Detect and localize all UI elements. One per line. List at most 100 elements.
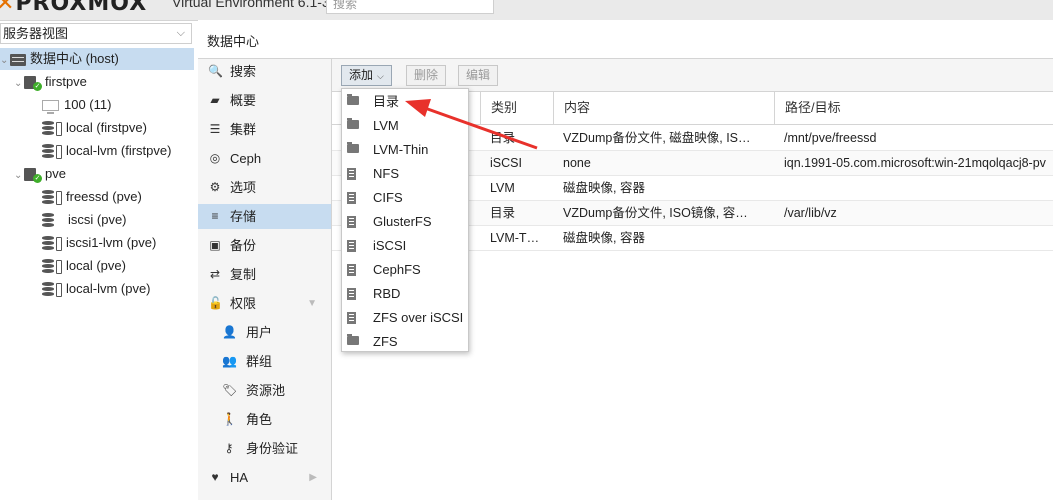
menu-item-label: 目录 bbox=[373, 94, 400, 109]
nav-item-12[interactable]: 🚶 角色 bbox=[198, 407, 331, 432]
global-search-input[interactable]: 搜索 bbox=[326, 0, 494, 14]
nav-item-9[interactable]: 👤 用户 bbox=[198, 320, 331, 345]
nav-item-5[interactable]: ≡ 存储 bbox=[198, 204, 331, 229]
nav-item-11[interactable]: 🏷 资源池 bbox=[198, 378, 331, 403]
menu-item-label: LVM bbox=[373, 118, 399, 133]
cell-type: iSCSI bbox=[490, 156, 522, 170]
tree-item-5[interactable]: ⌄ ✓ pve bbox=[14, 163, 66, 185]
menu-item-9[interactable]: ZFS over iSCSI bbox=[342, 306, 468, 330]
expand-toggle-icon[interactable]: ⌄ bbox=[14, 73, 24, 95]
tree-item-10[interactable]: local-lvm (pve) bbox=[42, 278, 151, 300]
building-icon bbox=[347, 288, 356, 300]
expand-toggle-icon[interactable]: ⌄ bbox=[0, 50, 10, 72]
tree-item-2[interactable]: 100 (11) bbox=[42, 94, 111, 116]
nav-item-13[interactable]: ⚷ 身份验证 bbox=[198, 436, 331, 461]
column-header-path[interactable]: 路径/目标 bbox=[774, 92, 1053, 124]
building-icon bbox=[347, 240, 356, 252]
top-bar: ✕PROXMOX Virtual Environment 6.1-3 搜索 bbox=[0, 0, 1053, 21]
nav-item-label: 存储 bbox=[230, 209, 257, 224]
nav-item-4[interactable]: ⚙ 选项 bbox=[198, 175, 331, 200]
menu-item-1[interactable]: LVM bbox=[342, 114, 468, 138]
cell-type: 目录 bbox=[490, 131, 516, 145]
product-version: Virtual Environment 6.1-3 bbox=[172, 0, 330, 10]
menu-item-label: NFS bbox=[373, 166, 399, 181]
cell-path: /var/lib/vz bbox=[784, 206, 837, 220]
cell-path: /mnt/pve/freessd bbox=[784, 131, 877, 145]
storage-status-icon bbox=[56, 236, 62, 251]
tree-item-4[interactable]: local-lvm (firstpve) bbox=[42, 140, 171, 162]
expand-toggle-icon[interactable]: ⌄ bbox=[14, 165, 24, 187]
datacenter-nav: 🔍 搜索 ▰ 概要 ☰ 集群 ◎ Ceph ⚙ 选项 ≡ 存储 ▣ 备份 ⇄ 复制 🔓 权限 ▼ 👤 用户 👥 群组 🏷 资源池… bbox=[198, 59, 332, 500]
menu-item-3[interactable]: NFS bbox=[342, 162, 468, 186]
nav-item-label: 身份验证 bbox=[246, 441, 299, 456]
unlock-icon: 🔓 bbox=[208, 296, 223, 310]
cell-content: none bbox=[563, 156, 591, 170]
add-storage-menu: 目录 LVM LVM-Thin NFS CIFS GlusterFS iSCSI CephFS… bbox=[341, 88, 469, 352]
nav-item-7[interactable]: ⇄ 复制 bbox=[198, 262, 331, 287]
nav-item-10[interactable]: 👥 群组 bbox=[198, 349, 331, 374]
cell-path bbox=[774, 226, 1053, 250]
menu-item-7[interactable]: CephFS bbox=[342, 258, 468, 282]
nav-item-3[interactable]: ◎ Ceph bbox=[198, 146, 331, 171]
storage-status-icon bbox=[56, 282, 62, 297]
menu-item-8[interactable]: RBD bbox=[342, 282, 468, 306]
tree-item-label: firstpve bbox=[45, 74, 87, 89]
tree-item-7[interactable]: iscsi (pve) bbox=[42, 209, 127, 231]
menu-item-5[interactable]: GlusterFS bbox=[342, 210, 468, 234]
view-selector[interactable]: 服务器视图 ⌵ bbox=[0, 23, 192, 44]
column-header-type[interactable]: 类别 bbox=[480, 92, 553, 124]
folder-icon bbox=[347, 118, 359, 129]
tree-item-label: freessd (pve) bbox=[66, 189, 142, 204]
add-button[interactable]: 添加 ⌵ bbox=[341, 65, 392, 86]
tree-item-label: 100 (11) bbox=[64, 97, 112, 112]
tree-item-0[interactable]: ⌄ 数据中心 (host) bbox=[0, 48, 194, 70]
cell-content: 磁盘映像, 容器 bbox=[563, 181, 645, 195]
search-icon: 🔍 bbox=[208, 64, 223, 78]
column-header-content[interactable]: 内容 bbox=[553, 92, 774, 124]
storage-status-icon bbox=[56, 144, 62, 159]
nav-item-6[interactable]: ▣ 备份 bbox=[198, 233, 331, 258]
tree-item-label: 数据中心 (host) bbox=[30, 51, 119, 66]
menu-item-label: ZFS over iSCSI bbox=[373, 310, 464, 325]
proxmox-logo: ✕PROXMOX bbox=[0, 0, 148, 16]
menu-item-0[interactable]: 目录 bbox=[342, 90, 468, 114]
menu-item-2[interactable]: LVM-Thin bbox=[342, 138, 468, 162]
menu-item-label: CIFS bbox=[373, 190, 403, 205]
edit-button[interactable]: 编辑 bbox=[458, 65, 499, 86]
storage-icon bbox=[42, 120, 54, 137]
chevron-down-icon: ⌵ bbox=[176, 27, 185, 39]
nav-item-label: 资源池 bbox=[246, 383, 286, 398]
nav-item-14[interactable]: ♥ HA ▶ bbox=[198, 465, 331, 490]
tree-item-9[interactable]: local (pve) bbox=[42, 255, 126, 277]
folder-icon bbox=[347, 334, 359, 345]
storage-icon bbox=[42, 258, 54, 275]
menu-item-label: GlusterFS bbox=[373, 214, 432, 229]
tree-item-1[interactable]: ⌄ ✓ firstpve bbox=[14, 71, 87, 93]
nav-item-1[interactable]: ▰ 概要 bbox=[198, 88, 331, 113]
tree-item-6[interactable]: freessd (pve) bbox=[42, 186, 142, 208]
nav-item-0[interactable]: 🔍 搜索 bbox=[198, 59, 331, 84]
remove-button[interactable]: 删除 bbox=[406, 65, 447, 86]
menu-item-label: RBD bbox=[373, 286, 401, 301]
tree-item-8[interactable]: iscsi1-lvm (pve) bbox=[42, 232, 156, 254]
nav-item-8[interactable]: 🔓 权限 ▼ bbox=[198, 291, 331, 316]
storage-status-icon bbox=[56, 121, 62, 136]
tree-item-label: local-lvm (pve) bbox=[66, 281, 151, 296]
folder-icon bbox=[347, 94, 359, 105]
nav-item-2[interactable]: ☰ 集群 bbox=[198, 117, 331, 142]
menu-item-10[interactable]: ZFS bbox=[342, 330, 468, 354]
tree-item-label: local (firstpve) bbox=[66, 120, 147, 135]
submenu-arrow-icon: ▶ bbox=[309, 472, 317, 483]
nav-item-label: 用户 bbox=[246, 325, 273, 340]
add-button-label: 添加 bbox=[349, 68, 374, 82]
tree-item-3[interactable]: local (firstpve) bbox=[42, 117, 147, 139]
cell-path: iqn.1991-05.com.microsoft:win-21mqolqacj… bbox=[784, 156, 1046, 170]
nav-item-label: 概要 bbox=[230, 93, 257, 108]
nav-item-label: Ceph bbox=[230, 151, 262, 166]
nav-item-label: 角色 bbox=[246, 412, 273, 427]
menu-item-4[interactable]: CIFS bbox=[342, 186, 468, 210]
menu-item-6[interactable]: iSCSI bbox=[342, 234, 468, 258]
nav-item-label: 备份 bbox=[230, 238, 257, 253]
cell-content: VZDump备份文件, ISO镜像, 容… bbox=[563, 206, 748, 220]
key-icon: ⚷ bbox=[224, 441, 234, 455]
